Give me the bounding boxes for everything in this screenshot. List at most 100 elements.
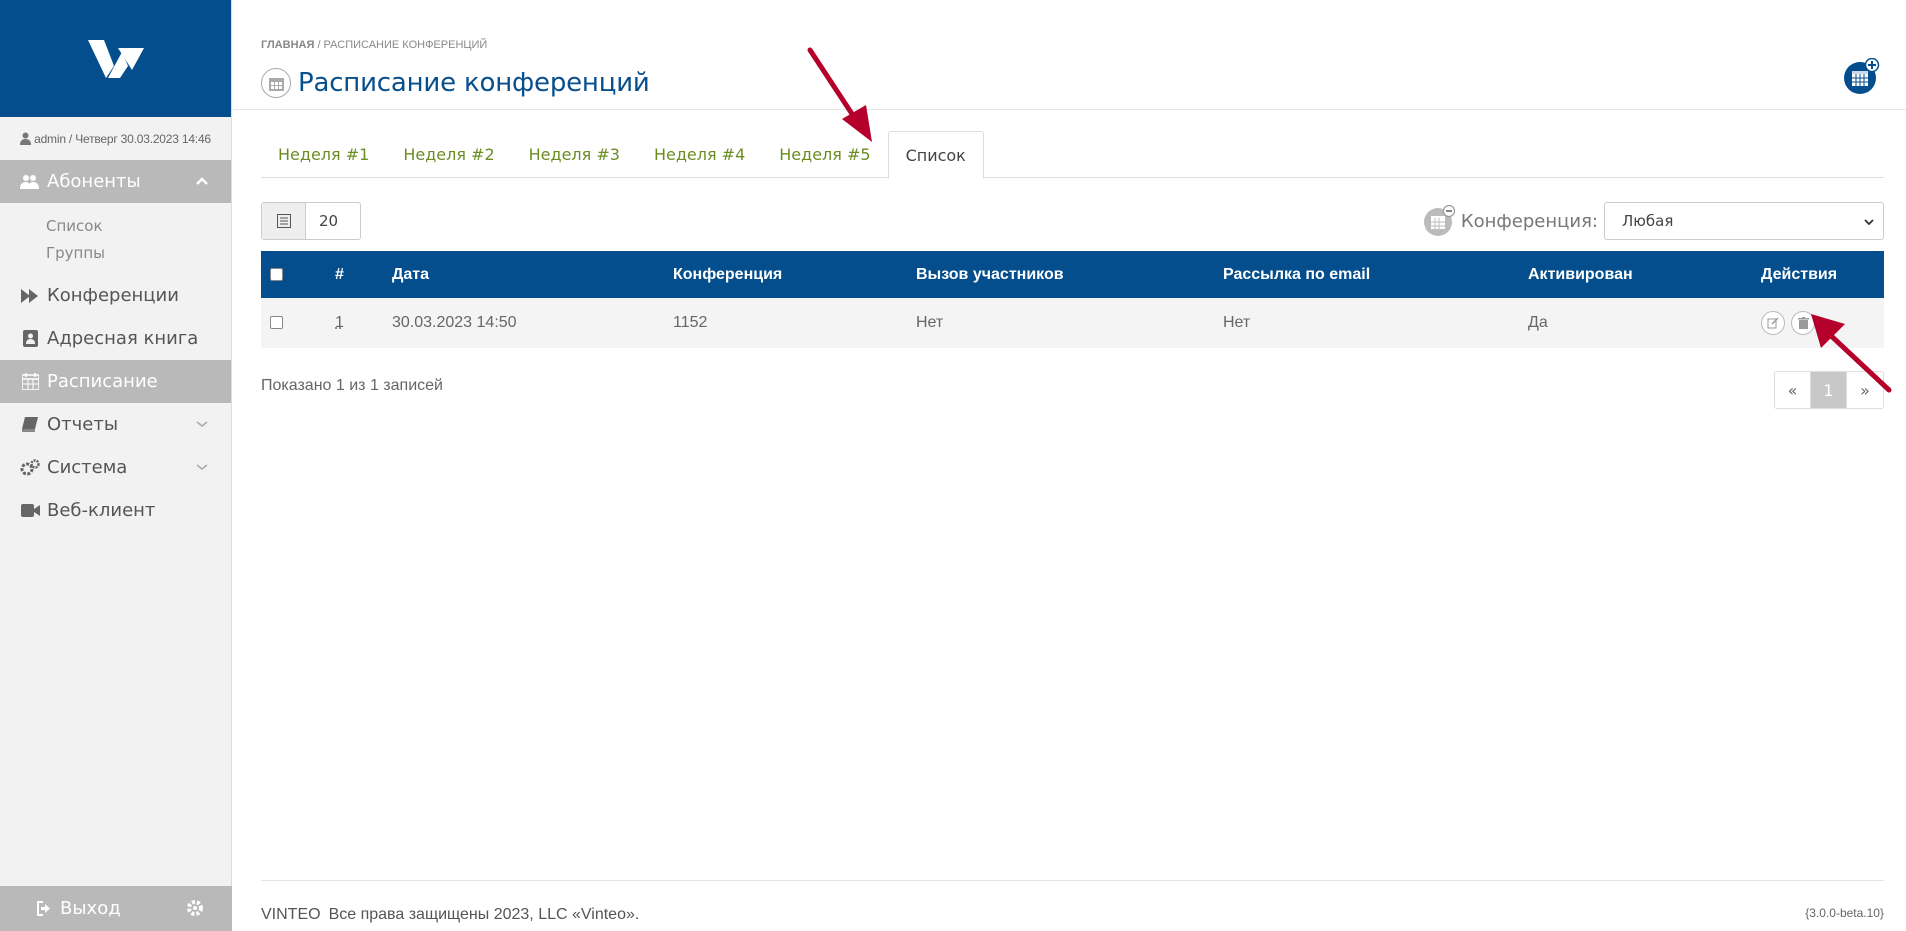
sign-out-icon — [37, 901, 50, 916]
row-checkbox[interactable] — [270, 316, 283, 330]
edit-icon — [1767, 317, 1779, 329]
cell-email-notification: Нет — [1223, 298, 1528, 348]
pagination: « 1 » — [1774, 371, 1884, 409]
calendar-remove-icon[interactable] — [1423, 205, 1455, 237]
subscribers-submenu: Список Группы — [0, 203, 231, 274]
conference-filter-label: Конференция: — [1460, 210, 1598, 232]
footer-copyright-text: Все права защищены 2023, LLC «Vinteo». — [328, 906, 640, 923]
sidebar-item-reports[interactable]: Отчеты — [0, 403, 231, 446]
pagination-next[interactable]: » — [1847, 372, 1883, 408]
calendar-icon — [261, 68, 291, 98]
sidebar-item-web-client[interactable]: Веб-клиент — [0, 489, 231, 532]
page-title: Расписание конференций — [261, 68, 650, 98]
user-datetime: admin / Четверг 30.03.2023 14:46 — [34, 131, 211, 146]
sidebar-item-address-book[interactable]: Адресная книга — [0, 317, 231, 360]
conference-select-value: Любая — [1622, 212, 1674, 230]
select-all-cell — [261, 251, 335, 298]
table-toolbar: 20 Конференция: Любая — [261, 202, 1884, 240]
sidebar-item-conferences[interactable]: Конференции — [0, 274, 231, 317]
tab-week-3[interactable]: Неделя #3 — [512, 131, 637, 178]
address-book-icon — [20, 330, 40, 348]
table-row: 1 30.03.2023 14:50 1152 Нет Нет Да — [261, 298, 1884, 348]
table-header-row: # Дата Конференция Вызов участников Расс… — [261, 251, 1884, 298]
gears-icon — [20, 459, 40, 477]
tab-list[interactable]: Список — [887, 131, 984, 179]
chevron-down-icon — [1864, 219, 1874, 226]
user-icon — [20, 132, 32, 145]
breadcrumb: ГЛАВНАЯ / РАСПИСАНИЕ КОНФЕРЕНЦИЙ — [261, 39, 487, 51]
vinteo-logo[interactable] — [87, 39, 144, 78]
sidebar-item-schedule[interactable]: Расписание — [0, 360, 231, 403]
tab-week-2[interactable]: Неделя #2 — [386, 131, 511, 178]
row-id-link[interactable]: 1 — [335, 314, 344, 331]
page-footer: VINTEO Все права защищены 2023, LLC «Vint… — [261, 880, 1884, 931]
sidebar-footer: Выход — [0, 886, 232, 931]
breadcrumb-home[interactable]: ГЛАВНАЯ — [261, 39, 314, 51]
users-icon — [20, 173, 40, 191]
chevron-down-icon — [196, 464, 208, 470]
trash-icon — [1797, 317, 1809, 329]
list-icon — [262, 203, 306, 239]
book-icon — [20, 416, 40, 434]
sidebar-item-label: Отчеты — [47, 414, 119, 435]
copyright: VINTEO Все права защищены 2023, LLC «Vint… — [261, 906, 639, 924]
sidebar-item-label: Конференции — [47, 285, 179, 306]
cell-number: 1 — [335, 298, 392, 348]
pagination-page-current[interactable]: 1 — [1811, 372, 1847, 408]
version-label: {3.0.0-beta.10} — [1805, 906, 1884, 920]
calendar-plus-icon — [1844, 57, 1880, 94]
logo-area — [0, 0, 231, 117]
sidebar-subitem-list[interactable]: Список — [0, 212, 231, 239]
sidebar-item-system[interactable]: Система — [0, 446, 231, 489]
add-schedule-button[interactable] — [1844, 57, 1880, 98]
sidebar-item-subscribers[interactable]: Абоненты — [0, 160, 231, 203]
sidebar: admin / Четверг 30.03.2023 14:46 Абонент… — [0, 0, 232, 931]
user-info: admin / Четверг 30.03.2023 14:46 — [0, 117, 231, 160]
sidebar-subitem-groups[interactable]: Группы — [0, 239, 231, 266]
col-conference[interactable]: Конференция — [673, 251, 916, 298]
cell-date: 30.03.2023 14:50 — [392, 298, 673, 348]
video-camera-icon — [20, 502, 40, 520]
footer-brand: VINTEO — [261, 906, 321, 923]
edit-button[interactable] — [1761, 311, 1785, 335]
row-select-cell — [261, 298, 335, 348]
chevron-down-icon — [196, 421, 208, 427]
tab-week-1[interactable]: Неделя #1 — [261, 131, 386, 178]
col-actions: Действия — [1761, 251, 1884, 298]
col-email-notification[interactable]: Рассылка по email — [1223, 251, 1528, 298]
col-date[interactable]: Дата — [392, 251, 673, 298]
fast-forward-icon — [20, 287, 40, 305]
week-tabs: Неделя #1 Неделя #2 Неделя #3 Неделя #4 … — [261, 131, 1884, 179]
sidebar-item-label: Расписание — [47, 371, 158, 392]
tab-week-4[interactable]: Неделя #4 — [637, 131, 762, 178]
page-header: ГЛАВНАЯ / РАСПИСАНИЕ КОНФЕРЕНЦИЙ Расписа… — [233, 0, 1906, 110]
records-info: Показано 1 из 1 записей — [261, 377, 443, 394]
page-size-value[interactable]: 20 — [306, 203, 338, 239]
cell-conference: 1152 — [673, 298, 916, 348]
breadcrumb-current: / РАСПИСАНИЕ КОНФЕРЕНЦИЙ — [317, 39, 488, 51]
conference-select[interactable]: Любая — [1604, 202, 1884, 240]
schedule-table: # Дата Конференция Вызов участников Расс… — [261, 251, 1884, 348]
cell-call-participants: Нет — [916, 298, 1223, 348]
calendar-icon — [20, 373, 40, 391]
delete-button[interactable] — [1791, 311, 1816, 335]
sidebar-item-label: Система — [47, 457, 128, 478]
col-call-participants[interactable]: Вызов участников — [916, 251, 1223, 298]
main-content: ГЛАВНАЯ / РАСПИСАНИЕ КОНФЕРЕНЦИЙ Расписа… — [233, 0, 1906, 931]
conference-filter: Конференция: Любая — [1423, 202, 1884, 240]
chevron-up-icon — [196, 177, 208, 185]
logout-button[interactable]: Выход — [37, 898, 121, 919]
sidebar-item-label: Адресная книга — [47, 328, 199, 349]
cell-actions — [1761, 298, 1884, 348]
gear-icon[interactable] — [186, 899, 204, 917]
pagination-prev[interactable]: « — [1775, 372, 1811, 408]
cell-activated: Да — [1528, 298, 1761, 348]
sidebar-item-label: Веб-клиент — [47, 500, 156, 521]
col-activated[interactable]: Активирован — [1528, 251, 1761, 298]
page-size-control[interactable]: 20 — [261, 202, 361, 240]
tab-week-5[interactable]: Неделя #5 — [762, 131, 887, 178]
logout-label: Выход — [60, 898, 121, 919]
col-number[interactable]: # — [335, 251, 392, 298]
select-all-checkbox[interactable] — [270, 267, 283, 281]
page-title-text: Расписание конференций — [298, 68, 650, 98]
